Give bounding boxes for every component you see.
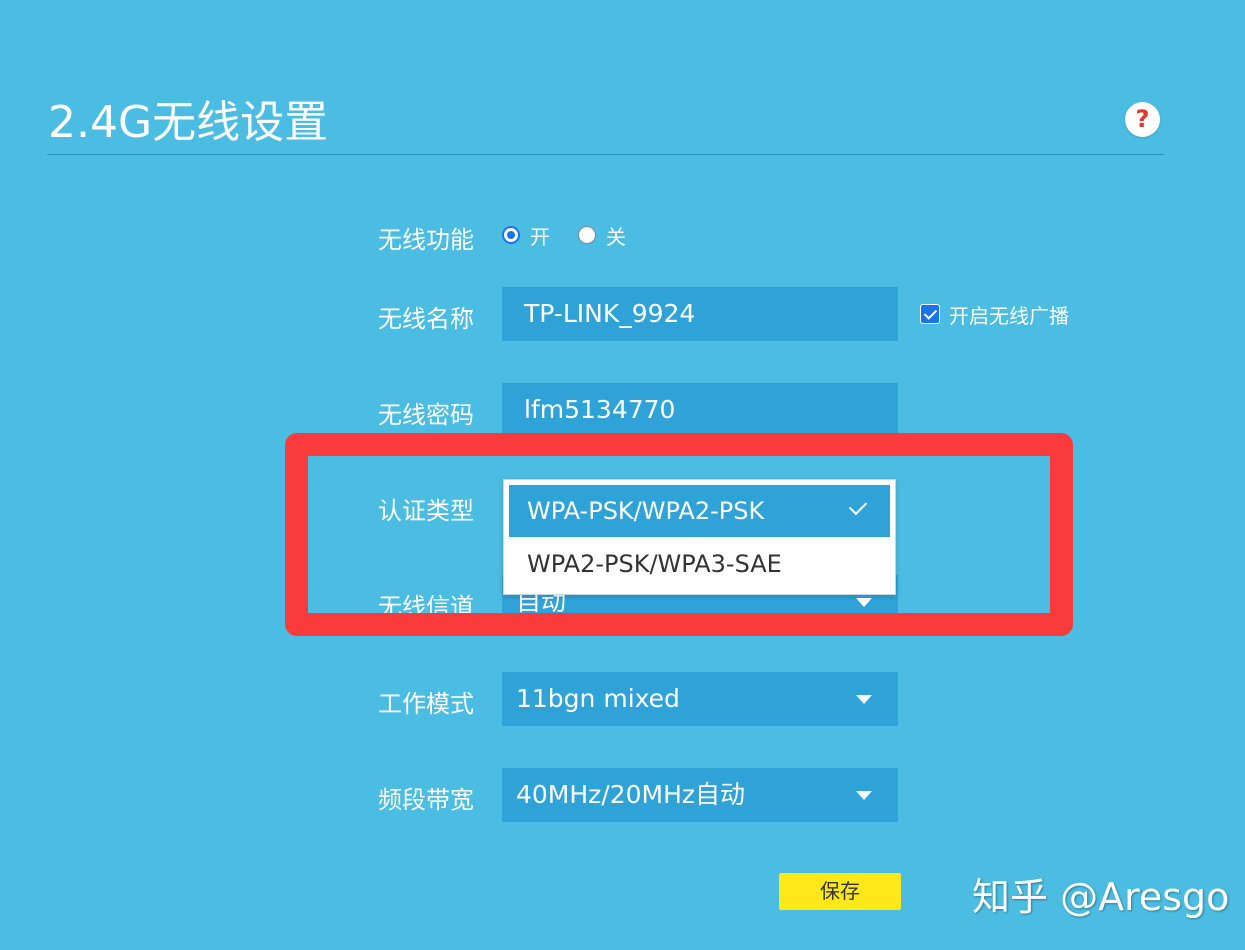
help-icon[interactable]: ? — [1125, 102, 1160, 137]
auth-option-wpa-wpa2[interactable]: WPA-PSK/WPA2-PSK — [509, 485, 890, 537]
auth-type-dropdown[interactable]: WPA-PSK/WPA2-PSK WPA2-PSK/WPA3-SAE — [503, 479, 896, 595]
wireless-off-radio[interactable] — [578, 226, 596, 244]
password-label: 无线密码 — [378, 401, 474, 429]
wireless-on-radio[interactable] — [502, 226, 520, 244]
broadcast-checkbox-label[interactable]: 开启无线广播 — [949, 300, 1069, 329]
check-icon — [848, 496, 868, 516]
password-input[interactable]: lfm5134770 — [502, 383, 898, 437]
wireless-function-radio-group: 开 关 — [502, 221, 654, 249]
auth-option-wpa2-wpa3[interactable]: WPA2-PSK/WPA3-SAE — [509, 538, 890, 590]
broadcast-checkbox[interactable] — [920, 304, 940, 324]
chevron-down-icon — [856, 695, 872, 704]
auth-option-label: WPA2-PSK/WPA3-SAE — [527, 550, 782, 578]
mode-select[interactable]: 11bgn mixed — [502, 672, 898, 726]
auth-option-label: WPA-PSK/WPA2-PSK — [527, 497, 765, 525]
bandwidth-label: 频段带宽 — [378, 786, 474, 814]
mode-value: 11bgn mixed — [516, 684, 680, 713]
page-title: 2.4G无线设置 — [48, 97, 329, 148]
broadcast-checkbox-group: 开启无线广播 — [920, 300, 1069, 329]
chevron-down-icon — [856, 598, 872, 607]
save-button[interactable]: 保存 — [779, 873, 901, 910]
ssid-label: 无线名称 — [378, 305, 474, 333]
ssid-input[interactable]: TP-LINK_9924 — [502, 287, 898, 341]
mode-label: 工作模式 — [378, 690, 474, 718]
chevron-down-icon — [856, 791, 872, 800]
wireless-off-label[interactable]: 关 — [606, 221, 626, 250]
wireless-function-label: 无线功能 — [378, 226, 474, 254]
auth-type-label: 认证类型 — [378, 497, 474, 525]
bandwidth-value: 40MHz/20MHz自动 — [516, 780, 746, 809]
title-divider — [47, 154, 1164, 155]
watermark: 知乎 @Aresgo — [972, 875, 1230, 919]
wireless-on-label[interactable]: 开 — [530, 221, 550, 250]
bandwidth-select[interactable]: 40MHz/20MHz自动 — [502, 768, 898, 822]
channel-label: 无线信道 — [378, 593, 474, 621]
